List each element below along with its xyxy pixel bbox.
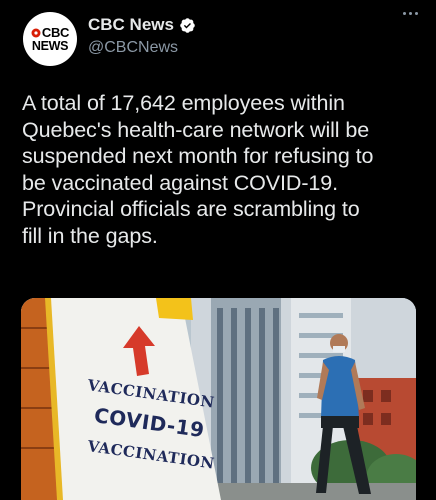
avatar-text-top: CBC — [41, 25, 70, 40]
avatar[interactable]: CBC NEWS — [23, 12, 77, 66]
account-handle[interactable]: @CBCNews — [88, 39, 178, 57]
avatar-logo-top: CBC — [23, 25, 77, 40]
more-options-icon[interactable] — [403, 12, 418, 15]
tweet-media-image[interactable]: VACCINATION COVID-19 VACCINATION — [21, 298, 416, 500]
tweet-text: A total of 17,642 employees within Quebe… — [22, 91, 374, 248]
photo-scene — [21, 298, 416, 500]
avatar-text-bottom: NEWS — [31, 39, 69, 53]
verified-badge-icon — [180, 17, 195, 33]
name-row: CBC News — [88, 15, 196, 35]
cbc-gem-icon — [31, 28, 41, 38]
display-name[interactable]: CBC News — [88, 15, 174, 35]
tweet: CBC NEWS CBC News @CBCNews A total of 17… — [0, 0, 436, 500]
